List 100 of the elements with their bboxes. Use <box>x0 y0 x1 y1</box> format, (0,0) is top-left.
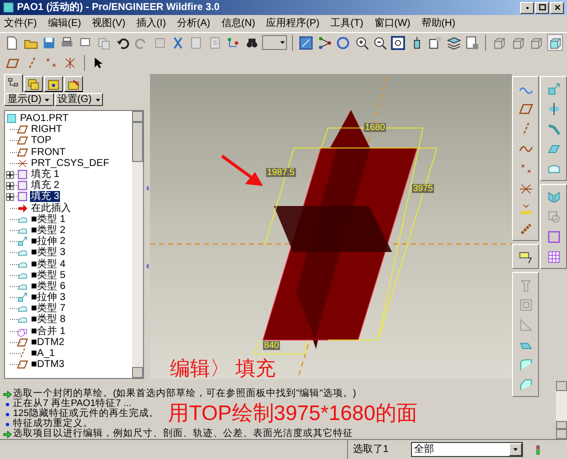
coordinate-system-icon <box>17 158 28 169</box>
expand-toggle[interactable] <box>6 182 14 190</box>
traffic-light-icon <box>533 442 543 456</box>
tree-item[interactable]: PRT_CSYS_DEF <box>30 158 110 169</box>
dimension-label[interactable]: 840 <box>263 341 280 350</box>
hidden-line-icon <box>510 36 525 50</box>
navigator-tab[interactable] <box>64 76 83 92</box>
scrollbar[interactable] <box>556 381 567 439</box>
zoom-out-icon <box>372 36 387 50</box>
view-manager-icon <box>428 36 442 50</box>
appearance-button[interactable] <box>464 34 480 51</box>
tree-item[interactable]: TOP <box>30 135 52 146</box>
shading-icon <box>548 36 562 50</box>
menu-item[interactable]: 视图(V) <box>92 18 126 28</box>
shading-button[interactable] <box>546 34 563 51</box>
tree-item[interactable]: ■合并 1 <box>30 326 66 337</box>
close-button[interactable] <box>550 2 564 14</box>
dimension-label[interactable]: 1987.5 <box>266 168 296 177</box>
tree-item[interactable]: ■类型 6 <box>30 280 66 292</box>
navigator-tab[interactable] <box>24 76 43 92</box>
trim-button[interactable] <box>545 228 562 245</box>
navigator-tab[interactable] <box>4 74 23 92</box>
square-icon <box>17 169 28 180</box>
message-text: 正在从7 再生PAO1特征7 ... <box>13 399 132 409</box>
tree-item[interactable]: 填充 2 <box>30 180 60 192</box>
maximize-button[interactable] <box>535 2 549 14</box>
menu-item[interactable]: 文件(F) <box>4 18 37 28</box>
cut-icon <box>171 36 185 50</box>
scrollbar[interactable] <box>132 111 143 378</box>
folders-icon <box>27 78 40 90</box>
folder-icon <box>67 78 80 90</box>
caret-icon <box>512 446 519 453</box>
expand-toggle[interactable] <box>6 170 14 179</box>
minimize-button[interactable] <box>520 2 534 14</box>
zoom-in-icon <box>354 36 369 50</box>
tree-item[interactable]: 填充 1 <box>30 169 60 180</box>
maximize-icon <box>538 3 546 12</box>
datum-plane-icon <box>17 135 28 146</box>
datum-plane-icon <box>6 56 20 70</box>
datum-plane-icon <box>17 146 28 158</box>
tree-item[interactable]: 填充 3 <box>30 191 60 202</box>
tree-item[interactable]: ■类型 5 <box>30 270 66 281</box>
sweep-icon <box>546 122 560 136</box>
view-manager-button[interactable] <box>427 34 444 51</box>
model-tree-icon <box>226 36 240 50</box>
expand-toggle[interactable] <box>6 192 14 201</box>
tree-item[interactable]: ■拉伸 2 <box>30 236 66 248</box>
menu-item[interactable]: 信息(N) <box>221 18 256 28</box>
rib-icon <box>518 318 532 332</box>
coordinate-system-icon <box>518 182 532 196</box>
menu-item[interactable]: 应用程序(P) <box>266 18 320 28</box>
tree-item[interactable]: ■类型 4 <box>30 258 66 270</box>
tree-menu-button[interactable]: 显示(D) <box>4 93 54 106</box>
datum-point-icon <box>518 162 532 176</box>
appearance-icon <box>465 36 480 50</box>
navigator-tab[interactable] <box>44 76 63 92</box>
square-icon <box>17 180 28 192</box>
tree-item[interactable]: 在此插入 <box>30 202 72 214</box>
merge-icon <box>546 210 560 224</box>
caret-icon <box>44 96 50 102</box>
trim-icon <box>546 230 560 244</box>
menu-item[interactable]: 编辑(E) <box>48 18 82 28</box>
dimension-label[interactable]: 3975 <box>412 184 434 193</box>
tree-item[interactable]: RIGHT <box>30 124 64 136</box>
spin-center-button[interactable] <box>316 34 333 51</box>
datum-plane-icon <box>17 124 28 136</box>
tree-item[interactable]: FRONT <box>30 146 66 158</box>
tree-item[interactable]: ■类型 2 <box>30 224 66 236</box>
message-text: 125隐藏特征或元件的再生完成。 <box>13 409 159 419</box>
caret-icon <box>279 39 286 46</box>
dimension-label[interactable]: 1680 <box>364 123 386 132</box>
menu-item[interactable]: 工具(T) <box>330 18 364 28</box>
refit-button[interactable] <box>390 34 407 51</box>
tree-item[interactable]: ■DTM3 <box>30 359 66 370</box>
new-file-icon <box>5 36 20 50</box>
tree-item[interactable]: PAO1.PRT <box>19 113 70 124</box>
repaint-button[interactable] <box>298 34 314 51</box>
extrude-icon <box>17 236 28 248</box>
undo-icon <box>116 36 130 50</box>
collapse-arrows-icon <box>144 262 150 270</box>
message-text: 选取项目以进行编辑，例如尺寸、剖面、轨迹、公差、表面光洁度或其它特征 <box>13 429 353 439</box>
tree-item[interactable]: ■类型 7 <box>30 303 66 314</box>
tree-item[interactable]: ■拉伸 3 <box>30 292 66 304</box>
hole-icon <box>518 278 532 292</box>
repaint-icon <box>299 36 314 50</box>
menu-item[interactable]: 窗口(W) <box>374 18 410 28</box>
part-icon <box>6 113 17 124</box>
tree-menu-button[interactable]: 设置(G) <box>55 93 103 106</box>
tree-item[interactable]: ■A_1 <box>30 348 56 360</box>
filter-dropdown[interactable]: 全部 <box>411 442 523 457</box>
menu-item[interactable]: 插入(I) <box>136 18 166 28</box>
no-hidden-icon <box>529 36 544 50</box>
arrow-icon <box>3 430 12 438</box>
menu-item[interactable]: 分析(A) <box>176 18 210 28</box>
tree-item[interactable]: ■类型 3 <box>30 247 66 258</box>
tree-item[interactable]: ■DTM2 <box>30 336 66 348</box>
tree-item[interactable]: ■类型 1 <box>30 214 66 225</box>
tree-item[interactable]: ■类型 8 <box>30 314 66 326</box>
collapse-arrows-icon <box>144 184 150 192</box>
menu-item[interactable]: 帮助(H) <box>421 18 456 28</box>
